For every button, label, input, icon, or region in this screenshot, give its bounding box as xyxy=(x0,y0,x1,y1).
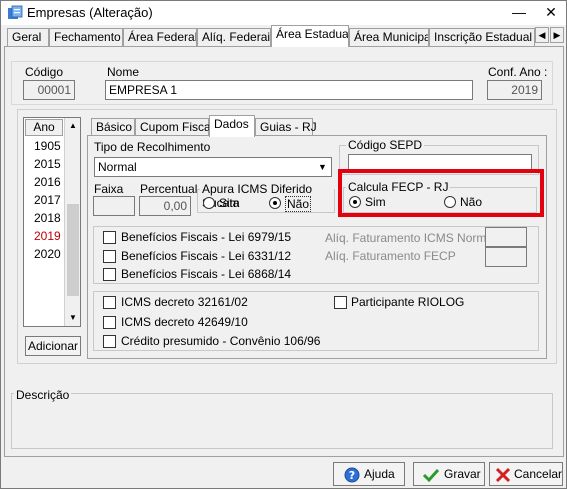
descricao-group[interactable]: Descrição xyxy=(11,388,553,449)
apura-icms-group: Apura ICMS Diferido Sucata xyxy=(197,182,335,213)
aliq-fecp-label: Alíq. Faturamento FECP xyxy=(325,249,456,263)
main-tabs: Geral Fechamento Área Federal Alíq. Fede… xyxy=(5,25,565,47)
aliq-fecp-field xyxy=(485,247,527,267)
conf-ano-field: 2019 xyxy=(487,80,542,100)
decreto-32161-checkbox[interactable] xyxy=(103,296,116,309)
highlight-box xyxy=(338,169,544,217)
tab-fechamento[interactable]: Fechamento xyxy=(49,28,123,47)
credito-presumido-label: Crédito presumido - Convênio 106/96 xyxy=(121,334,321,348)
codigo-field: 00001 xyxy=(23,80,75,100)
add-year-button[interactable]: Adicionar xyxy=(25,336,81,356)
apura-nao-label: Não xyxy=(285,196,312,212)
beneficio-6979-checkbox[interactable] xyxy=(103,231,116,244)
chevron-down-icon[interactable]: ▼ xyxy=(314,158,331,176)
beneficio-6979-label: Benefícios Fiscais - Lei 6979/15 xyxy=(121,230,292,244)
tab-inscricao-estadual[interactable]: Inscrição Estadual S xyxy=(429,28,535,47)
tab-scroll-left-icon[interactable]: ◀ xyxy=(535,27,549,43)
year-item[interactable]: 1905 xyxy=(34,139,61,153)
aliq-icms-label: Alíq. Faturamento ICMS Normal xyxy=(325,231,496,245)
tab-scroll-right-icon[interactable]: ▶ xyxy=(550,27,564,43)
checkmark-icon xyxy=(422,468,440,483)
cancelar-button[interactable]: Cancelar xyxy=(489,462,563,486)
percentual-field: 0,00 xyxy=(139,196,191,216)
year-list-header: Ano xyxy=(25,119,63,136)
tab-area-estadual[interactable]: Área Estadual xyxy=(271,25,349,47)
beneficio-6331-checkbox[interactable] xyxy=(103,250,116,263)
year-list[interactable]: Ano 1905 2015 2016 2017 2018 2019 2020 ▲… xyxy=(23,117,81,327)
aliq-icms-field xyxy=(485,227,527,247)
subtab-cupom-fiscal[interactable]: Cupom Fiscal xyxy=(135,118,213,136)
apura-sim-radio[interactable] xyxy=(203,197,215,209)
year-item[interactable]: 2018 xyxy=(34,211,61,225)
app-icon xyxy=(8,5,23,19)
participante-riolog-checkbox[interactable] xyxy=(334,296,347,309)
year-item[interactable]: 2016 xyxy=(34,175,61,189)
percentual-label: Percentual xyxy=(140,182,198,196)
gravar-label: Gravar xyxy=(444,467,481,481)
tab-geral[interactable]: Geral xyxy=(7,28,49,47)
title-bar: Empresas (Alteração) — ✕ xyxy=(1,1,566,25)
faixa-label: Faixa xyxy=(94,182,124,196)
conf-ano-label: Conf. Ano : xyxy=(488,65,548,79)
year-item[interactable]: 2015 xyxy=(34,157,61,171)
close-button[interactable]: ✕ xyxy=(534,1,567,25)
decreto-32161-label: ICMS decreto 32161/02 xyxy=(121,295,248,309)
subtab-dados[interactable]: Dados xyxy=(209,115,255,137)
tab-area-municipal[interactable]: Área Municipal xyxy=(349,28,429,47)
beneficio-6868-checkbox[interactable] xyxy=(103,268,116,281)
descricao-label: Descrição xyxy=(14,388,72,402)
year-item[interactable]: 2020 xyxy=(34,247,61,261)
cancelar-label: Cancelar xyxy=(514,467,563,481)
apura-nao-radio[interactable] xyxy=(269,197,281,209)
beneficio-6331-label: Benefícios Fiscais - Lei 6331/12 xyxy=(121,249,292,263)
codigo-label: Código xyxy=(25,65,64,79)
tab-aliq-federais[interactable]: Alíq. Federais xyxy=(197,28,271,47)
subtab-guias-rj[interactable]: Guias - RJ xyxy=(255,118,317,136)
participante-riolog-label: Participante RIOLOG xyxy=(351,295,465,309)
close-icon: ✕ xyxy=(545,4,557,20)
apura-sim-label: Sim xyxy=(219,196,240,210)
minimize-button[interactable]: — xyxy=(502,1,536,25)
nome-label: Nome xyxy=(107,65,140,79)
svg-text:?: ? xyxy=(349,469,355,482)
scroll-down-icon[interactable]: ▼ xyxy=(65,310,81,326)
decreto-42649-checkbox[interactable] xyxy=(103,316,116,329)
scroll-up-icon[interactable]: ▲ xyxy=(65,118,81,134)
tipo-recolhimento-label: Tipo de Recolhimento xyxy=(94,140,211,154)
tipo-recolhimento-value: Normal xyxy=(98,160,137,174)
help-icon: ? xyxy=(344,467,360,483)
empresas-window: Empresas (Alteração) — ✕ Geral Fechament… xyxy=(0,0,567,489)
year-list-scrollbar[interactable]: ▲ ▼ xyxy=(64,118,80,326)
ajuda-button[interactable]: ? Ajuda xyxy=(333,462,405,486)
credito-presumido-checkbox[interactable] xyxy=(103,335,116,348)
add-year-label: Adicionar xyxy=(27,339,79,353)
cancel-x-icon xyxy=(495,467,511,483)
window-title: Empresas (Alteração) xyxy=(27,5,153,20)
faixa-field xyxy=(93,196,135,216)
ajuda-label: Ajuda xyxy=(364,467,395,481)
codigo-sepd-label: Código SEPD xyxy=(346,138,425,152)
scroll-thumb[interactable] xyxy=(67,204,79,296)
subtab-basico[interactable]: Básico xyxy=(91,118,135,136)
minimize-icon: — xyxy=(512,4,526,20)
tipo-recolhimento-select[interactable]: Normal ▼ xyxy=(94,157,332,177)
gravar-button[interactable]: Gravar xyxy=(413,462,485,486)
beneficio-6868-label: Benefícios Fiscais - Lei 6868/14 xyxy=(121,267,292,281)
nome-field[interactable]: EMPRESA 1 xyxy=(105,80,473,100)
decreto-42649-label: ICMS decreto 42649/10 xyxy=(121,315,248,329)
year-item-selected[interactable]: 2019 xyxy=(34,229,61,243)
year-item[interactable]: 2017 xyxy=(34,193,61,207)
tab-area-federal[interactable]: Área Federal xyxy=(123,28,197,47)
